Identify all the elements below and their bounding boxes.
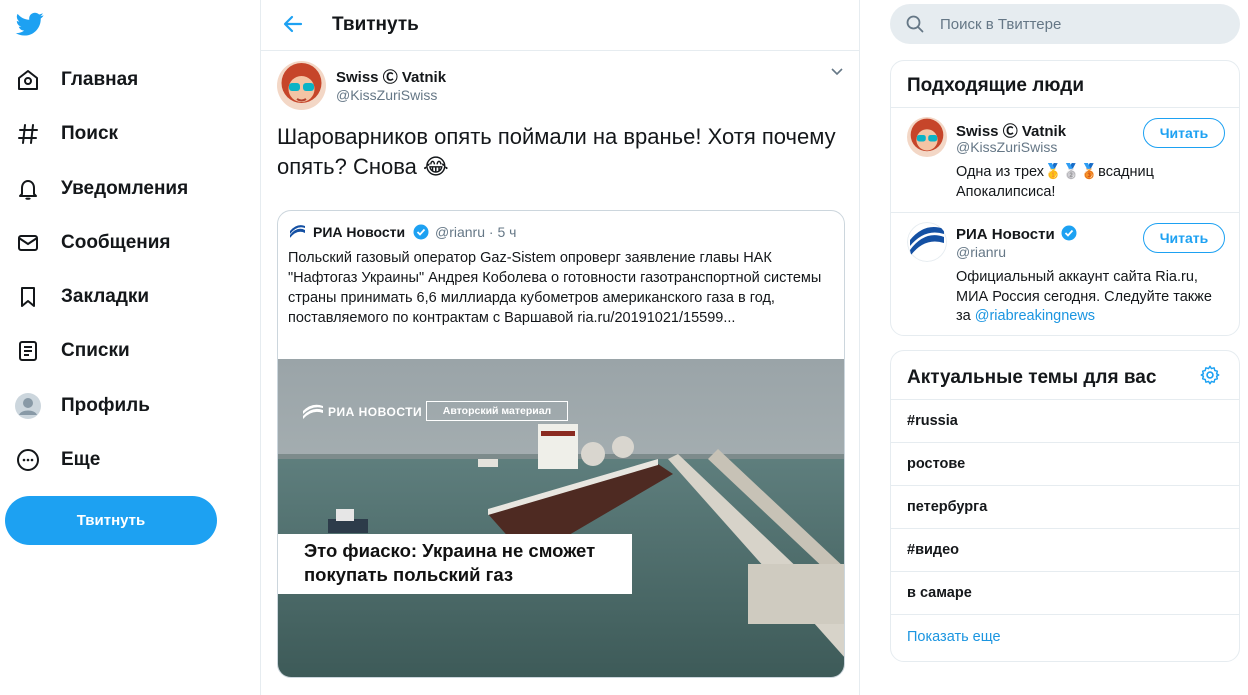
person-bio-line: за @riabreakingnews — [956, 307, 1226, 327]
search-bar[interactable] — [890, 4, 1240, 44]
nav-bookmarks[interactable]: Закладки — [14, 277, 149, 317]
person-handle[interactable]: @rianru — [956, 244, 1006, 260]
nav-label: Главная — [61, 69, 139, 90]
person-handle[interactable]: @KissZuriSwiss — [956, 139, 1057, 155]
quoted-tweet[interactable]: РИА Новости @rianru · 5 ч Польский газов… — [277, 210, 845, 678]
author-avatar[interactable] — [277, 61, 326, 110]
trend-label: в самаре — [907, 585, 972, 601]
nav-label: Закладки — [61, 286, 150, 307]
profile-icon — [14, 392, 42, 420]
divider — [891, 212, 1239, 213]
nav-lists[interactable]: Списки — [14, 331, 130, 371]
main-column: Твитнуть Swiss Ⓒ Vatnik @KissZuriSwiss Ш… — [260, 0, 860, 695]
trend-item[interactable]: петербурга — [891, 486, 1239, 529]
author-handle[interactable]: @KissZuriSwiss — [336, 87, 437, 103]
search-input[interactable] — [940, 4, 1220, 44]
tweet-button[interactable]: Твитнуть — [5, 496, 217, 545]
follow-button[interactable]: Читать — [1143, 118, 1225, 148]
hashtag-icon — [14, 120, 42, 148]
trend-item[interactable]: #видео — [891, 529, 1239, 572]
nav-label: Списки — [61, 340, 130, 361]
verified-badge-icon — [1061, 225, 1077, 241]
quote-text: Польский газовый оператор Gaz-Sistem опр… — [288, 250, 822, 326]
list-icon — [14, 337, 42, 365]
gear-icon[interactable] — [1199, 364, 1221, 386]
person-bio-line: Апокалипсиса! — [956, 183, 1056, 200]
nav-more[interactable]: Еще — [14, 440, 100, 480]
person-bio-line: МИА Россия сегодня. Следуйте также — [956, 288, 1212, 305]
nav-notifications[interactable]: Уведомления — [14, 169, 188, 209]
person-name[interactable]: Swiss Ⓒ Vatnik — [956, 120, 1066, 141]
mail-icon — [14, 229, 42, 257]
more-icon — [14, 446, 42, 474]
person-bio: Одна из трех🥇🥈🥉всадниц Апокалипсиса! — [956, 163, 1226, 202]
nav-profile[interactable]: Профиль — [14, 386, 150, 426]
nav-label: Сообщения — [61, 232, 171, 253]
left-sidebar: Главная Поиск Уведомления Сообщения Закл… — [0, 0, 260, 695]
image-tag: Авторский материал — [426, 401, 568, 421]
trend-item[interactable]: в самаре — [891, 572, 1239, 615]
card-title: Актуальные темы для вас — [907, 367, 1157, 388]
image-headline-line: Это фиаско: Украина не сможет — [304, 540, 596, 561]
quote-author-name: РИА Новости — [313, 224, 406, 240]
image-logo: РИА НОВОСТИ — [302, 404, 422, 420]
image-logo-text: РИА НОВОСТИ — [328, 405, 423, 419]
trend-item[interactable]: #russia — [891, 400, 1239, 443]
who-to-follow-card: Подходящие люди Swiss Ⓒ Vatnik @KissZuri… — [890, 60, 1240, 336]
page-title: Твитнуть — [332, 14, 419, 35]
trend-label: петербурга — [907, 499, 988, 515]
follow-button[interactable]: Читать — [1143, 223, 1225, 253]
image-headline-line: покупать польский газ — [304, 564, 514, 585]
trend-label: ростове — [907, 456, 966, 472]
person-name[interactable]: РИА Новости — [956, 225, 1077, 243]
image-headline: Это фиаско: Украина не сможет покупать п… — [278, 534, 632, 594]
trends-card: Актуальные темы для вас #russia ростове … — [890, 350, 1240, 662]
show-more-link[interactable]: Показать еще — [907, 629, 1001, 645]
nav-explore[interactable]: Поиск — [14, 114, 118, 154]
back-arrow-icon[interactable] — [281, 12, 305, 36]
trend-label: #видео — [907, 542, 960, 558]
nav-label: Профиль — [61, 395, 150, 416]
person-bio: Официальный аккаунт сайта Ria.ru, МИА Ро… — [956, 268, 1226, 327]
mention-link[interactable]: @riabreakingnews — [975, 308, 1095, 324]
chevron-down-icon[interactable] — [829, 64, 845, 80]
search-icon — [906, 15, 924, 33]
nav-home[interactable]: Главная — [14, 60, 138, 100]
main-header: Твитнуть — [261, 0, 860, 51]
nav-label: Уведомления — [61, 178, 189, 199]
trend-label: #russia — [907, 413, 958, 429]
card-title: Подходящие люди — [907, 75, 1085, 96]
person-name-text: РИА Новости — [956, 226, 1055, 243]
home-icon — [14, 66, 42, 94]
person-bio-line: Официальный аккаунт сайта Ria.ru, — [956, 269, 1198, 285]
quote-avatar — [288, 222, 307, 241]
bell-icon — [14, 175, 42, 203]
nav-label: Еще — [61, 449, 101, 470]
tweet-text: Шароварников опять поймали на вранье! Хо… — [277, 124, 836, 179]
nav-messages[interactable]: Сообщения — [14, 223, 171, 263]
person-bio-line: Одна из трех🥇🥈🥉всадниц — [956, 164, 1154, 180]
verified-badge-icon — [413, 224, 429, 240]
quote-image[interactable]: РИА НОВОСТИ Авторский материал Это фиаск… — [278, 359, 844, 677]
bookmark-icon — [14, 283, 42, 311]
person-avatar[interactable] — [907, 117, 947, 157]
person-avatar[interactable] — [907, 222, 947, 262]
twitter-logo-icon[interactable] — [14, 10, 46, 38]
trend-item[interactable]: ростове — [891, 443, 1239, 486]
divider — [891, 107, 1239, 108]
quote-handle-time: @rianru · 5 ч — [435, 224, 517, 240]
author-name[interactable]: Swiss Ⓒ Vatnik — [336, 66, 446, 87]
bio-prefix: за — [956, 308, 975, 324]
nav-label: Поиск — [61, 123, 119, 144]
